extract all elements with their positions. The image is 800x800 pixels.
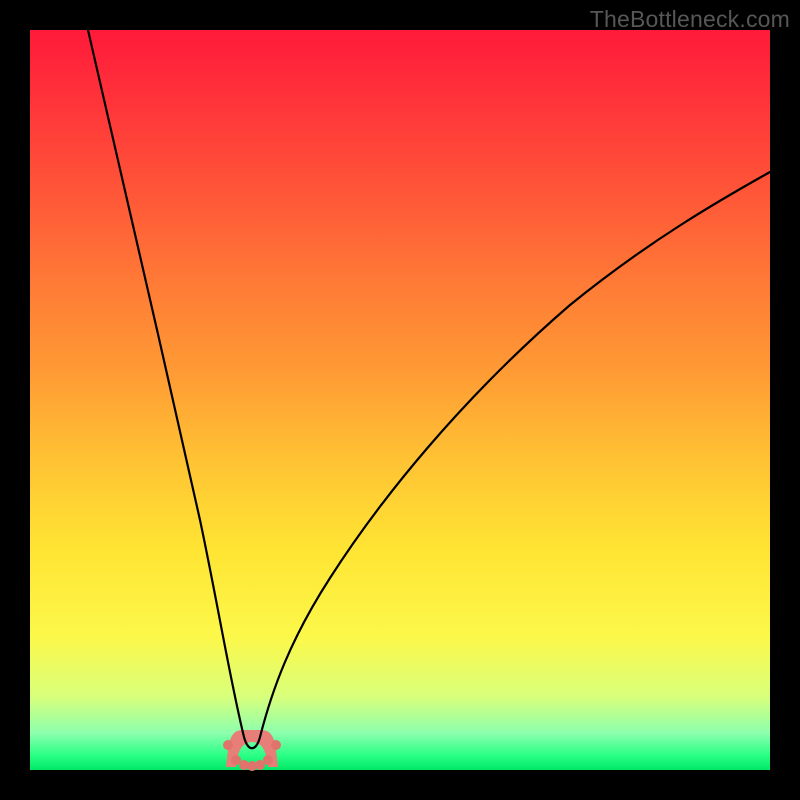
watermark-text: TheBottleneck.com <box>590 6 790 33</box>
bump-dot <box>223 740 233 750</box>
plot-area <box>30 30 770 770</box>
bottleneck-curve <box>88 30 770 748</box>
chart-svg <box>30 30 770 770</box>
bump-dot <box>271 740 281 750</box>
bump-dot <box>263 755 273 765</box>
